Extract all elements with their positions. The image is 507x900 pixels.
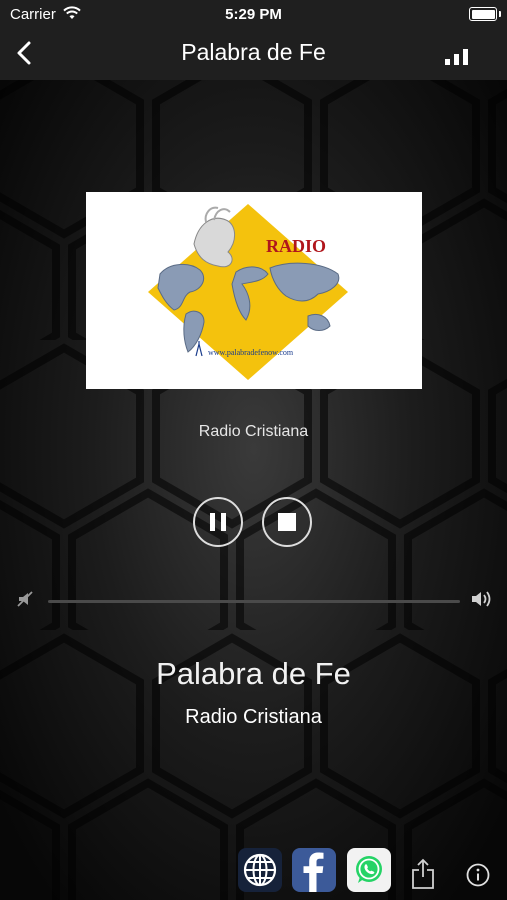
station-title: Palabra de Fe <box>156 656 351 691</box>
nav-bar: Palabra de Fe <box>0 28 507 80</box>
signal-bars-icon[interactable] <box>445 47 471 65</box>
stop-icon <box>278 513 296 531</box>
facebook-button[interactable] <box>292 848 336 892</box>
battery-icon <box>469 7 501 21</box>
station-logo: RADIO www.palabradefenow.com <box>86 192 422 389</box>
website-button[interactable] <box>238 848 282 892</box>
player-background: RADIO www.palabradefenow.com Radio Crist… <box>0 80 507 900</box>
whatsapp-icon <box>356 856 382 883</box>
status-bar: Carrier 5:29 PM <box>0 0 507 28</box>
stop-button[interactable] <box>262 497 312 547</box>
share-icon[interactable] <box>410 858 436 890</box>
page-title: Palabra de Fe <box>181 39 326 65</box>
station-subtitle-small: Radio Cristiana <box>198 423 309 440</box>
volume-mute-icon <box>17 591 33 607</box>
whatsapp-button[interactable] <box>347 848 391 892</box>
volume-max-icon <box>472 591 491 607</box>
station-subtitle: Radio Cristiana <box>185 706 322 728</box>
pause-button[interactable] <box>193 497 243 547</box>
svg-text:RADIO: RADIO <box>266 236 326 256</box>
globe-icon <box>243 853 277 887</box>
info-icon[interactable] <box>466 863 490 887</box>
pause-icon <box>210 513 215 531</box>
facebook-icon <box>303 852 324 892</box>
clock: 5:29 PM <box>225 6 282 23</box>
volume-slider[interactable] <box>48 600 460 603</box>
svg-text:www.palabradefenow.com: www.palabradefenow.com <box>208 348 294 357</box>
